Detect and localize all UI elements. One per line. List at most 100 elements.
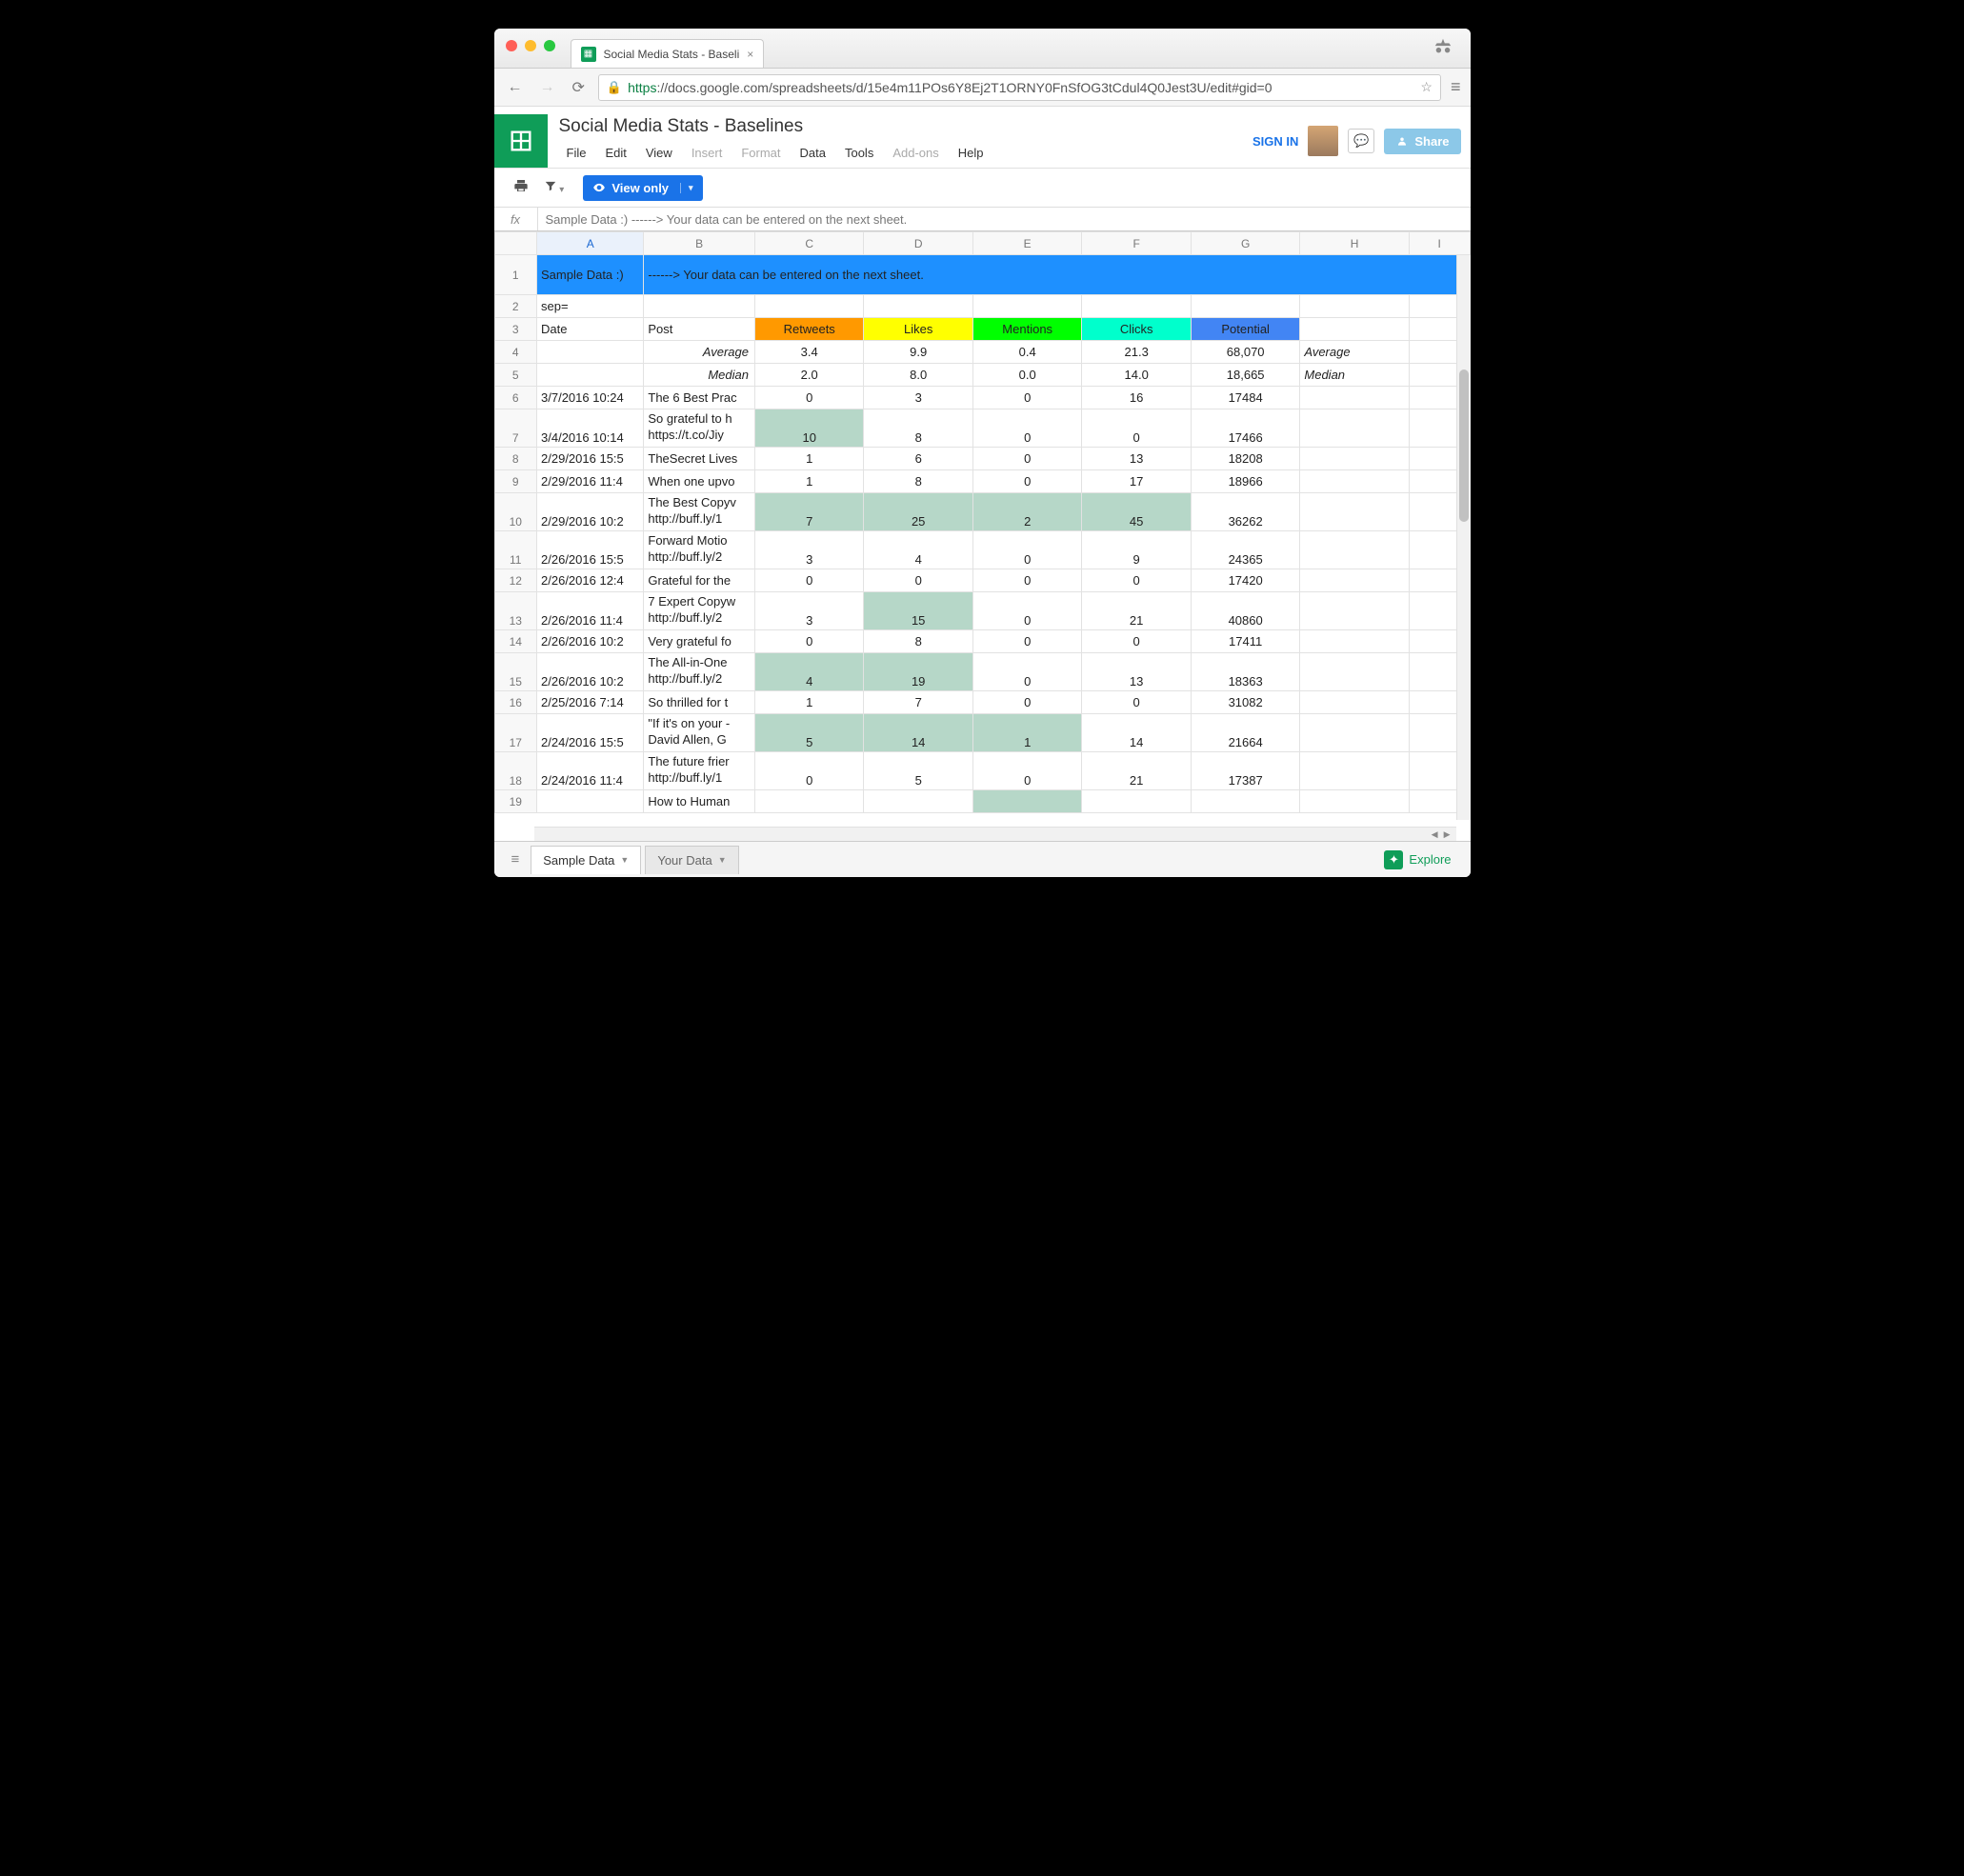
cell[interactable]: 0: [754, 387, 863, 409]
cell[interactable]: [864, 790, 972, 813]
signin-link[interactable]: SIGN IN: [1253, 134, 1298, 149]
scroll-left-icon[interactable]: ◀: [1432, 829, 1438, 840]
row-header[interactable]: 4: [494, 341, 537, 364]
cell[interactable]: 0.0: [972, 364, 1081, 387]
cell[interactable]: 7 Expert Copyw http://buff.ly/2: [644, 592, 755, 630]
cell[interactable]: 5: [864, 752, 972, 790]
cell[interactable]: 0: [754, 630, 863, 653]
close-window-icon[interactable]: [506, 40, 517, 51]
row-header[interactable]: 5: [494, 364, 537, 387]
cell[interactable]: 13: [1082, 653, 1191, 691]
cell[interactable]: 2/29/2016 15:5: [537, 448, 644, 470]
cell[interactable]: 25: [864, 493, 972, 531]
col-H[interactable]: H: [1300, 232, 1409, 255]
sheet-tab-sample-data[interactable]: Sample Data ▼: [531, 846, 641, 874]
sheet-tab-dropdown-icon[interactable]: ▼: [718, 855, 727, 865]
cell[interactable]: 2/24/2016 15:5: [537, 714, 644, 752]
cell[interactable]: 0: [972, 691, 1081, 714]
cell[interactable]: TheSecret Lives: [644, 448, 755, 470]
cell[interactable]: [1300, 630, 1409, 653]
sheet-tab-dropdown-icon[interactable]: ▼: [620, 855, 629, 865]
sheets-logo-icon[interactable]: [494, 114, 548, 168]
cell[interactable]: 15: [864, 592, 972, 630]
row-header[interactable]: 13: [494, 592, 537, 630]
cell[interactable]: 17387: [1191, 752, 1299, 790]
cell[interactable]: When one upvo: [644, 470, 755, 493]
cell[interactable]: Forward Motio http://buff.ly/2: [644, 531, 755, 569]
row-header[interactable]: 15: [494, 653, 537, 691]
cell[interactable]: 14: [864, 714, 972, 752]
row-header[interactable]: 7: [494, 409, 537, 448]
col-D[interactable]: D: [864, 232, 972, 255]
cell[interactable]: 31082: [1191, 691, 1299, 714]
cell[interactable]: So thrilled for t: [644, 691, 755, 714]
cell[interactable]: 1: [754, 470, 863, 493]
cell[interactable]: 0: [972, 531, 1081, 569]
view-only-button[interactable]: View only: [583, 175, 702, 201]
cell[interactable]: 2/29/2016 11:4: [537, 470, 644, 493]
column-headers[interactable]: A B C D E F G H I: [494, 232, 1470, 255]
cell[interactable]: 17420: [1191, 569, 1299, 592]
cell[interactable]: 18208: [1191, 448, 1299, 470]
row-header[interactable]: 14: [494, 630, 537, 653]
row-header[interactable]: 2: [494, 295, 537, 318]
cell[interactable]: [1300, 318, 1409, 341]
filter-icon[interactable]: [538, 175, 571, 200]
cell[interactable]: 18,665: [1191, 364, 1299, 387]
col-B[interactable]: B: [644, 232, 755, 255]
cell[interactable]: Mentions: [972, 318, 1081, 341]
cell[interactable]: 0: [754, 752, 863, 790]
cell[interactable]: 2/25/2016 7:14: [537, 691, 644, 714]
cell[interactable]: 0: [1082, 630, 1191, 653]
cell[interactable]: 2/26/2016 10:2: [537, 653, 644, 691]
cell[interactable]: 0: [972, 569, 1081, 592]
cell[interactable]: 2/24/2016 11:4: [537, 752, 644, 790]
cell[interactable]: 2/26/2016 10:2: [537, 630, 644, 653]
menu-file[interactable]: File: [559, 143, 594, 163]
cell[interactable]: 3/7/2016 10:24: [537, 387, 644, 409]
cell[interactable]: Post: [644, 318, 755, 341]
col-G[interactable]: G: [1191, 232, 1299, 255]
row-header[interactable]: 3: [494, 318, 537, 341]
cell[interactable]: "If it's on your - David Allen, G: [644, 714, 755, 752]
cell[interactable]: 0: [864, 569, 972, 592]
cell[interactable]: 0: [972, 752, 1081, 790]
menu-tools[interactable]: Tools: [837, 143, 881, 163]
row-header[interactable]: 17: [494, 714, 537, 752]
cell[interactable]: [1300, 653, 1409, 691]
row-header[interactable]: 8: [494, 448, 537, 470]
col-I[interactable]: I: [1409, 232, 1470, 255]
cell[interactable]: [1300, 409, 1409, 448]
cell[interactable]: So grateful to h https://t.co/Jiy: [644, 409, 755, 448]
cell[interactable]: [1300, 592, 1409, 630]
cell[interactable]: 2/26/2016 11:4: [537, 592, 644, 630]
document-title[interactable]: Social Media Stats - Baselines: [559, 114, 1253, 137]
row-header[interactable]: 9: [494, 470, 537, 493]
close-tab-icon[interactable]: ×: [747, 48, 753, 61]
cell[interactable]: [864, 295, 972, 318]
share-button[interactable]: Share: [1384, 129, 1460, 154]
cell[interactable]: 0: [972, 653, 1081, 691]
cell[interactable]: 8: [864, 409, 972, 448]
cell[interactable]: [754, 790, 863, 813]
cell[interactable]: 68,070: [1191, 341, 1299, 364]
cell[interactable]: 19: [864, 653, 972, 691]
reload-icon[interactable]: ⟳: [569, 78, 589, 97]
cell[interactable]: [1300, 790, 1409, 813]
grid[interactable]: A B C D E F G H I 1Sample Data :)------>…: [494, 231, 1471, 813]
cell[interactable]: 0: [972, 630, 1081, 653]
cell[interactable]: 1: [754, 448, 863, 470]
cell[interactable]: [1082, 295, 1191, 318]
cell[interactable]: The 6 Best Prac: [644, 387, 755, 409]
cell[interactable]: 0: [972, 409, 1081, 448]
cell[interactable]: Average: [644, 341, 755, 364]
cell[interactable]: Sample Data :): [537, 255, 644, 295]
cell[interactable]: 0: [972, 470, 1081, 493]
row-header[interactable]: 19: [494, 790, 537, 813]
cell[interactable]: 24365: [1191, 531, 1299, 569]
cell[interactable]: [1300, 470, 1409, 493]
cell[interactable]: 17466: [1191, 409, 1299, 448]
cell[interactable]: 16: [1082, 387, 1191, 409]
cell[interactable]: 17411: [1191, 630, 1299, 653]
fx-icon[interactable]: fx: [494, 208, 538, 230]
